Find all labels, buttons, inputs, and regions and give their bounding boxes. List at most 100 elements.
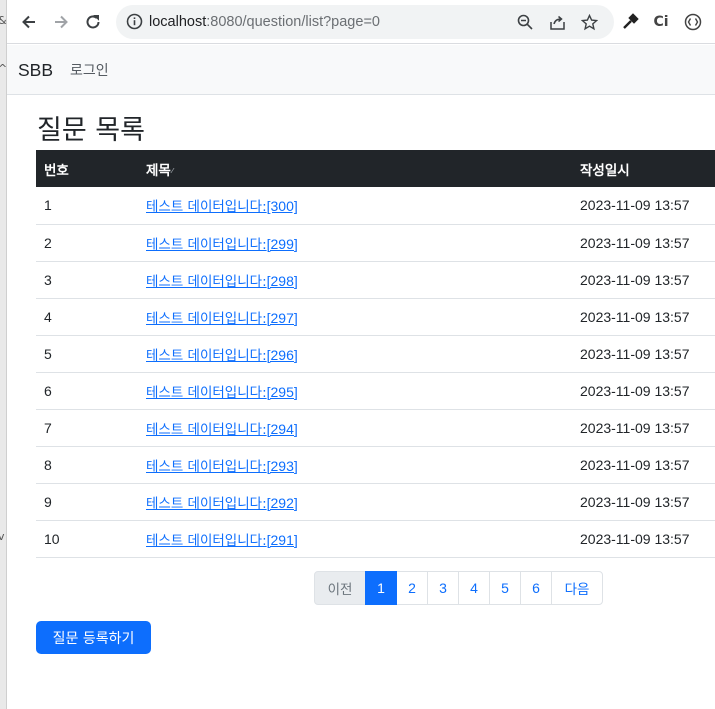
row-date: 2023-11-09 13:57 bbox=[572, 372, 715, 410]
reload-icon bbox=[86, 15, 100, 29]
row-subject-cell: 테스트 데이터입니다:[299] bbox=[138, 224, 572, 262]
next-page-button[interactable]: 다음 bbox=[551, 571, 603, 605]
row-number: 6 bbox=[36, 372, 138, 410]
question-tag: [295] bbox=[266, 383, 298, 400]
table-row: 8 테스트 데이터입니다:[293] 2023-11-09 13:57 bbox=[36, 446, 715, 484]
header-number: 번호 bbox=[36, 150, 138, 187]
question-title: 테스트 데이터입니다: bbox=[146, 347, 267, 364]
table-row: 1 테스트 데이터입니다:[300] 2023-11-09 13:57 bbox=[36, 187, 715, 225]
row-number: 8 bbox=[36, 446, 138, 484]
brand-link[interactable]: SBB bbox=[18, 60, 53, 81]
question-title: 테스트 데이터입니다: bbox=[146, 421, 267, 438]
question-tag: [294] bbox=[266, 420, 298, 437]
question-tag: [293] bbox=[266, 457, 298, 474]
bookmark-star-icon[interactable] bbox=[580, 13, 598, 31]
question-link[interactable]: 테스트 데이터입니다:[299] bbox=[146, 235, 298, 253]
login-link[interactable]: 로그인 bbox=[70, 60, 109, 80]
question-title: 테스트 데이터입니다: bbox=[146, 532, 267, 549]
arrow-left-icon bbox=[22, 15, 35, 29]
row-date: 2023-11-09 13:57 bbox=[572, 261, 715, 299]
edge-glyph: & bbox=[0, 14, 7, 27]
question-tag: [300] bbox=[266, 198, 298, 215]
row-subject-cell: 테스트 데이터입니다:[292] bbox=[138, 483, 572, 521]
forward-button[interactable] bbox=[48, 9, 74, 35]
url-path: :8080/question/list?page=0 bbox=[206, 14, 380, 30]
row-subject-cell: 테스트 데이터입니다:[291] bbox=[138, 520, 572, 558]
header-subject-label: 제목 bbox=[146, 162, 171, 179]
table-row: 2 테스트 데이터입니다:[299] 2023-11-09 13:57 bbox=[36, 224, 715, 262]
question-link[interactable]: 테스트 데이터입니다:[294] bbox=[146, 420, 298, 438]
row-number: 4 bbox=[36, 298, 138, 336]
sort-indicator-icon: ⁄ bbox=[171, 166, 174, 175]
page-link-3[interactable]: 3 bbox=[427, 571, 459, 605]
page-link-1[interactable]: 1 bbox=[365, 571, 397, 605]
table-row: 10 테스트 데이터입니다:[291] 2023-11-09 13:57 bbox=[36, 520, 715, 558]
question-tag: [292] bbox=[266, 494, 298, 511]
row-subject-cell: 테스트 데이터입니다:[294] bbox=[138, 409, 572, 447]
header-number-label: 번호 bbox=[44, 162, 69, 179]
browser-toolbar: localhost:8080/question/list?page=0 Ci bbox=[7, 0, 715, 44]
question-link[interactable]: 테스트 데이터입니다:[300] bbox=[146, 198, 298, 215]
arrow-right-icon bbox=[55, 15, 68, 29]
row-number: 5 bbox=[36, 335, 138, 373]
url-text[interactable]: localhost:8080/question/list?page=0 bbox=[149, 13, 380, 31]
question-link[interactable]: 테스트 데이터입니다:[291] bbox=[146, 532, 298, 549]
reload-button[interactable] bbox=[80, 9, 106, 35]
page-link-5[interactable]: 5 bbox=[489, 571, 521, 605]
row-number: 3 bbox=[36, 261, 138, 299]
question-tag: [297] bbox=[266, 309, 298, 326]
row-subject-cell: 테스트 데이터입니다:[296] bbox=[138, 335, 572, 373]
prev-page-button[interactable]: 이전 bbox=[314, 571, 366, 605]
question-title: 테스트 데이터입니다: bbox=[146, 273, 267, 290]
register-question-button[interactable]: 질문 등록하기 bbox=[36, 621, 151, 654]
row-subject-cell: 테스트 데이터입니다:[297] bbox=[138, 298, 572, 336]
question-table: 번호 제목⁄ 작성일시 1 테스트 데이터입니다:[300] 2023-11-0… bbox=[36, 150, 715, 558]
row-number: 10 bbox=[36, 520, 138, 558]
adjacent-window-edge: & ^ v bbox=[0, 0, 7, 709]
question-link[interactable]: 테스트 데이터입니다:[297] bbox=[146, 309, 298, 327]
table-row: 4 테스트 데이터입니다:[297] 2023-11-09 13:57 bbox=[36, 298, 715, 336]
header-date-label: 작성일시 bbox=[580, 162, 630, 179]
question-tag: [299] bbox=[266, 235, 298, 252]
site-info-icon[interactable] bbox=[126, 13, 143, 34]
question-title: 테스트 데이터입니다: bbox=[146, 236, 267, 253]
row-number: 7 bbox=[36, 409, 138, 447]
table-header-row: 번호 제목⁄ 작성일시 bbox=[36, 150, 715, 187]
app-navbar: SBB 로그인 bbox=[7, 45, 715, 95]
url-host: localhost bbox=[149, 14, 207, 30]
header-subject: 제목⁄ bbox=[138, 150, 572, 187]
table-row: 6 테스트 데이터입니다:[295] 2023-11-09 13:57 bbox=[36, 372, 715, 410]
question-link[interactable]: 테스트 데이터입니다:[298] bbox=[146, 272, 298, 290]
row-subject-cell: 테스트 데이터입니다:[300] bbox=[138, 187, 572, 225]
row-date: 2023-11-09 13:57 bbox=[572, 483, 715, 521]
row-subject-cell: 테스트 데이터입니다:[298] bbox=[138, 261, 572, 299]
question-link[interactable]: 테스트 데이터입니다:[295] bbox=[146, 383, 298, 401]
row-date: 2023-11-09 13:57 bbox=[572, 446, 715, 484]
table-row: 3 테스트 데이터입니다:[298] 2023-11-09 13:57 bbox=[36, 261, 715, 299]
question-link[interactable]: 테스트 데이터입니다:[293] bbox=[146, 457, 298, 475]
extension-icon[interactable]: Ci bbox=[651, 12, 671, 32]
row-number: 9 bbox=[36, 483, 138, 521]
row-number: 1 bbox=[36, 187, 138, 225]
question-title: 테스트 데이터입니다: bbox=[146, 458, 267, 475]
share-icon[interactable] bbox=[548, 13, 566, 31]
zoom-icon[interactable] bbox=[516, 13, 534, 31]
eyedropper-extension-icon[interactable] bbox=[620, 12, 640, 32]
header-date: 작성일시 bbox=[572, 150, 715, 187]
row-date: 2023-11-09 13:57 bbox=[572, 409, 715, 447]
row-date: 2023-11-09 13:57 bbox=[572, 335, 715, 373]
page-link-4[interactable]: 4 bbox=[458, 571, 490, 605]
page-link-6[interactable]: 6 bbox=[520, 571, 552, 605]
question-tag: [296] bbox=[266, 346, 298, 363]
question-link[interactable]: 테스트 데이터입니다:[296] bbox=[146, 346, 298, 364]
page-link-2[interactable]: 2 bbox=[396, 571, 428, 605]
extension-circle-icon[interactable] bbox=[683, 12, 703, 32]
row-number: 2 bbox=[36, 224, 138, 262]
table-row: 9 테스트 데이터입니다:[292] 2023-11-09 13:57 bbox=[36, 483, 715, 521]
address-bar[interactable]: localhost:8080/question/list?page=0 bbox=[116, 5, 614, 39]
page-title: 질문 목록 bbox=[37, 115, 145, 146]
back-button[interactable] bbox=[16, 9, 42, 35]
question-link[interactable]: 테스트 데이터입니다:[292] bbox=[146, 494, 298, 512]
row-date: 2023-11-09 13:57 bbox=[572, 224, 715, 262]
question-tag: [298] bbox=[266, 272, 298, 289]
